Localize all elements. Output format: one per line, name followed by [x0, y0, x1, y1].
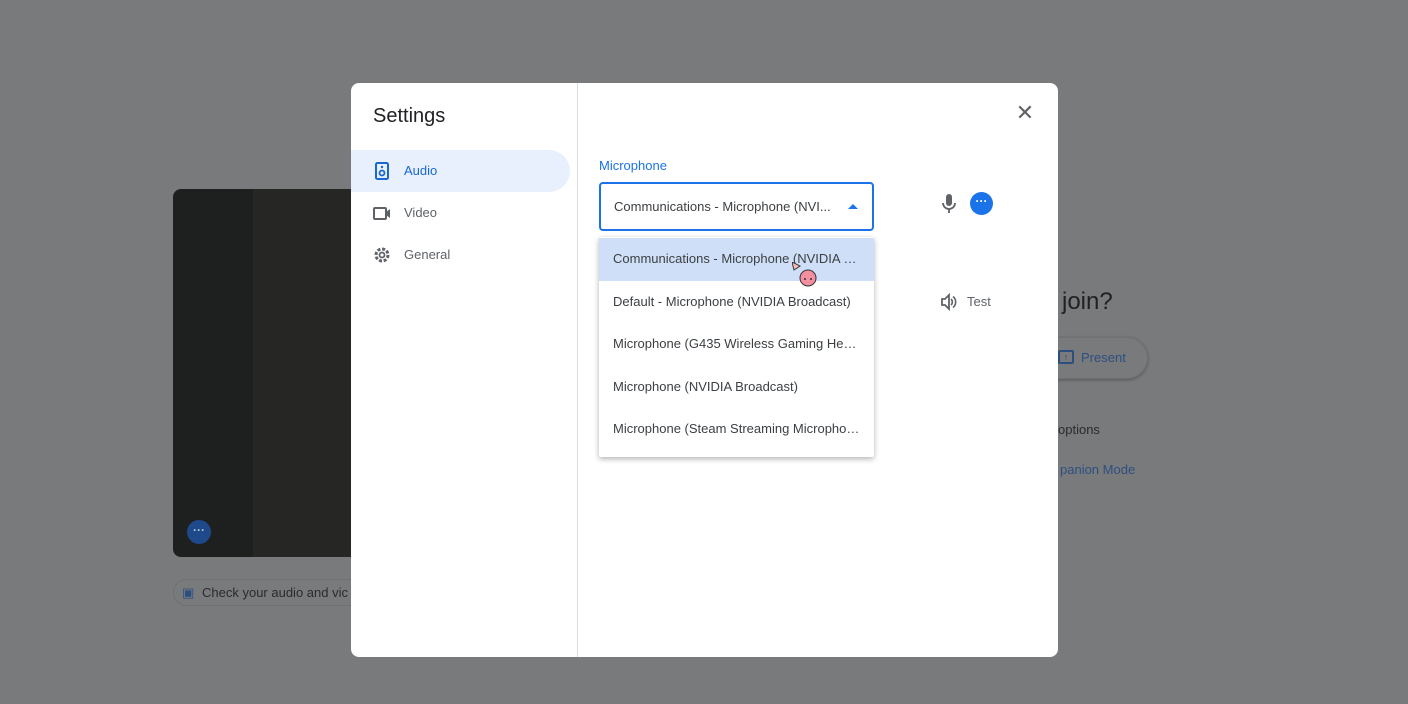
close-icon[interactable]: ✕ [1014, 102, 1036, 124]
speaker-icon [375, 162, 389, 180]
mouse-cursor-icon [792, 262, 817, 287]
microphone-option[interactable]: Default - Microphone (NVIDIA Broadcast) [599, 281, 874, 324]
other-options-link[interactable]: options [1058, 422, 1100, 437]
clipboard-check-icon: ▣ [182, 585, 195, 600]
check-audio-label: Check your audio and vic [202, 585, 348, 600]
more-options-icon[interactable]: ··· [970, 192, 993, 215]
microphone-option[interactable]: Communications - Microphone (NVIDIA Br..… [599, 238, 874, 281]
dropdown-arrow-icon [848, 204, 858, 209]
settings-sidebar: Settings Audio Video General [351, 83, 578, 657]
present-icon: ↑ [1058, 350, 1074, 364]
present-label: Present [1081, 350, 1126, 365]
nav-label: Video [404, 205, 438, 220]
more-options-icon[interactable]: ··· [187, 520, 211, 544]
nav-general[interactable]: General [351, 234, 570, 276]
microphone-icon [942, 194, 956, 213]
gear-icon [374, 247, 390, 263]
microphone-option[interactable]: Microphone (G435 Wireless Gaming Head... [599, 323, 874, 366]
check-audio-button[interactable]: ▣ Check your audio and vic [173, 579, 363, 606]
nav-label: General [404, 247, 451, 262]
microphone-selected-value: Communications - Microphone (NVI... [614, 199, 831, 214]
microphone-option[interactable]: Microphone (NVIDIA Broadcast) [599, 366, 874, 409]
volume-icon [941, 293, 957, 311]
microphone-dropdown-menu: Communications - Microphone (NVIDIA Br..… [599, 237, 874, 457]
nav-video[interactable]: Video [351, 192, 570, 234]
companion-mode-link[interactable]: panion Mode [1060, 462, 1135, 477]
join-heading: join? [1062, 288, 1113, 315]
nav-audio[interactable]: Audio [351, 150, 570, 192]
microphone-label: Microphone [599, 158, 667, 173]
test-label: Test [967, 294, 991, 309]
microphone-option[interactable]: Microphone (Steam Streaming Microphone) [599, 408, 874, 451]
dialog-title: Settings [373, 105, 446, 127]
test-speaker-button[interactable]: Test [940, 292, 991, 312]
videocam-icon [373, 207, 390, 220]
nav-label: Audio [404, 163, 438, 178]
microphone-select[interactable]: Communications - Microphone (NVI... [599, 182, 874, 231]
